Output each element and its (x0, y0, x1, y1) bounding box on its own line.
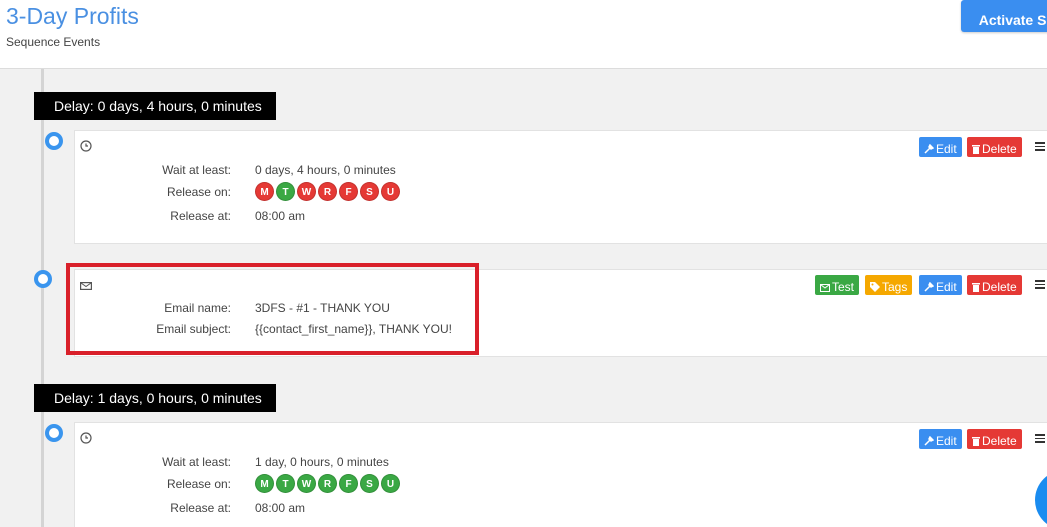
tags-button[interactable]: Tags (865, 275, 913, 295)
delay-label: Delay: 0 days, 4 hours, 0 minutes (34, 92, 276, 120)
delete-button[interactable]: Delete (967, 137, 1022, 157)
weekday-selector: MTWRFSU (255, 474, 402, 493)
timeline-node (45, 424, 63, 442)
tools-icon (924, 143, 935, 154)
timeline-node (45, 132, 63, 150)
wait-value: 0 days, 4 hours, 0 minutes (255, 163, 396, 177)
page-subtitle: Sequence Events (6, 35, 101, 49)
delete-button[interactable]: Delete (967, 429, 1022, 449)
edit-button[interactable]: Edit (919, 137, 962, 157)
edit-button[interactable]: Edit (919, 275, 962, 295)
day-tuesday[interactable]: T (276, 182, 295, 201)
release-at-row: Release at: 08:00 am (75, 209, 675, 225)
drag-handle-icon[interactable] (1035, 434, 1045, 443)
release-at-row: Release at: 08:00 am (75, 501, 675, 517)
day-sunday[interactable]: U (381, 182, 400, 201)
timeline-node (34, 270, 52, 288)
day-tuesday[interactable]: T (276, 474, 295, 493)
delete-button[interactable]: Delete (967, 275, 1022, 295)
delay-event-card: Wait at least: 0 days, 4 hours, 0 minute… (74, 130, 1047, 244)
day-saturday[interactable]: S (360, 474, 379, 493)
trash-icon (972, 436, 980, 446)
day-friday[interactable]: F (339, 474, 358, 493)
weekday-selector: MTWRFSU (255, 182, 402, 201)
day-monday[interactable]: M (255, 474, 274, 493)
page-title: 3-Day Profits (6, 3, 139, 29)
day-thursday[interactable]: R (318, 474, 337, 493)
tools-icon (924, 435, 935, 446)
tag-icon (870, 281, 880, 292)
highlight-annotation (66, 263, 479, 355)
trash-icon (972, 282, 980, 292)
test-button[interactable]: Test (815, 275, 860, 295)
wait-label: Wait at least: (162, 163, 231, 177)
release-on-label: Release on: (166, 185, 231, 199)
delay-event-card: Wait at least: 1 day, 0 hours, 0 minutes… (74, 422, 1047, 527)
release-at-label: Release at: (170, 501, 231, 515)
day-sunday[interactable]: U (381, 474, 400, 493)
delay-label: Delay: 1 days, 0 hours, 0 minutes (34, 384, 276, 412)
wait-row: Wait at least: 1 day, 0 hours, 0 minutes (75, 455, 675, 471)
release-at-label: Release at: (170, 209, 231, 223)
day-saturday[interactable]: S (360, 182, 379, 201)
wait-value: 1 day, 0 hours, 0 minutes (255, 455, 389, 469)
day-wednesday[interactable]: W (297, 182, 316, 201)
clock-icon (80, 139, 92, 152)
edit-button[interactable]: Edit (919, 429, 962, 449)
envelope-icon (820, 283, 830, 292)
tools-icon (924, 281, 935, 292)
activate-sequence-button[interactable]: Activate Se (961, 0, 1047, 32)
day-wednesday[interactable]: W (297, 474, 316, 493)
wait-row: Wait at least: 0 days, 4 hours, 0 minute… (75, 163, 675, 179)
release-on-row: Release on: MTWRFSU (75, 182, 675, 201)
release-on-row: Release on: MTWRFSU (75, 474, 675, 493)
day-friday[interactable]: F (339, 182, 358, 201)
release-at-value: 08:00 am (255, 209, 306, 223)
release-on-label: Release on: (166, 477, 231, 491)
drag-handle-icon[interactable] (1035, 142, 1045, 151)
day-monday[interactable]: M (255, 182, 274, 201)
wait-label: Wait at least: (162, 455, 231, 469)
day-thursday[interactable]: R (318, 182, 337, 201)
release-at-value: 08:00 am (255, 501, 306, 515)
clock-icon (80, 431, 92, 444)
timeline-line (41, 69, 44, 527)
trash-icon (972, 144, 980, 154)
drag-handle-icon[interactable] (1035, 280, 1045, 289)
